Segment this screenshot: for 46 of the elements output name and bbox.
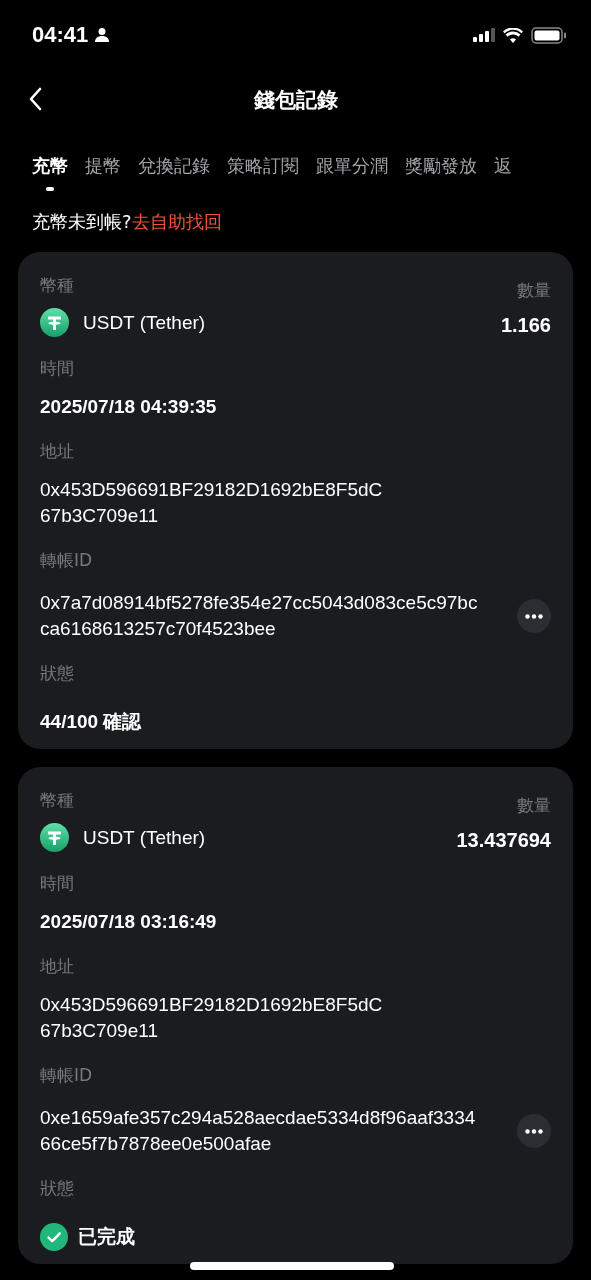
tab[interactable]: 充幣 [32, 152, 68, 192]
field-label: 狀態 [40, 662, 75, 685]
tab[interactable]: 獎勵發放 [405, 152, 477, 192]
coin-name: USDT (Tether) [83, 826, 206, 849]
signal-icon [473, 28, 495, 42]
page-title: 錢包記錄 [253, 87, 338, 114]
amount-value: 13.437694 [456, 828, 551, 852]
field-label: 轉帳ID [40, 1064, 94, 1087]
field-label: 狀態 [40, 1177, 75, 1200]
coin-icon [40, 308, 69, 337]
ellipsis-icon [525, 1128, 543, 1134]
person-icon [94, 27, 111, 43]
txid-value: 0x7a7d08914bf5278fe354e27cc5043d083ce5c97bcca6168613257c70f4523bee [40, 591, 479, 641]
amount-value: 1.166 [500, 313, 551, 337]
notice-text: 充幣未到帳? [32, 210, 132, 234]
field-label: 數量 [517, 794, 551, 817]
wifi-icon [503, 27, 523, 43]
back-button[interactable] [28, 87, 42, 111]
field-label: 地址 [40, 440, 75, 463]
address-value: 0x453D596691BF29182D1692bE8F5dC67b3C709e11 [40, 993, 384, 1043]
recover-link[interactable]: 去自助找回 [131, 210, 222, 234]
field-label: 數量 [517, 279, 551, 302]
tab[interactable]: 策略訂閱 [227, 152, 299, 192]
clock-time: 04:41 [32, 22, 89, 48]
txid-value: 0xe1659afe357c294a528aecdae5334d8f96aaf333466ce5f7b7878ee0e500afae [40, 1106, 477, 1156]
coin-icon [40, 823, 69, 852]
status-text: 已完成 [78, 1225, 135, 1249]
field-label: 幣種 [40, 274, 74, 297]
more-button[interactable] [517, 1114, 551, 1148]
address-value: 0x453D596691BF29182D1692bE8F5dC67b3C709e11 [40, 478, 384, 528]
more-button[interactable] [517, 599, 551, 633]
field-label: 幣種 [40, 789, 74, 812]
field-label: 轉帳ID [40, 549, 94, 572]
tab[interactable]: 返 [494, 152, 512, 192]
coin-name: USDT (Tether) [83, 311, 206, 334]
tab[interactable]: 跟單分潤 [316, 152, 388, 192]
field-label: 時間 [40, 357, 75, 380]
time-value: 2025/07/18 03:16:49 [40, 910, 218, 934]
field-label: 時間 [40, 872, 75, 895]
field-label: 地址 [40, 955, 75, 978]
ellipsis-icon [525, 613, 543, 619]
status-text: 44/100 確認 [40, 710, 142, 734]
tab[interactable]: 提幣 [85, 152, 121, 192]
tab[interactable]: 兌換記錄 [138, 152, 210, 192]
battery-icon [531, 26, 567, 44]
time-value: 2025/07/18 04:39:35 [40, 395, 218, 419]
